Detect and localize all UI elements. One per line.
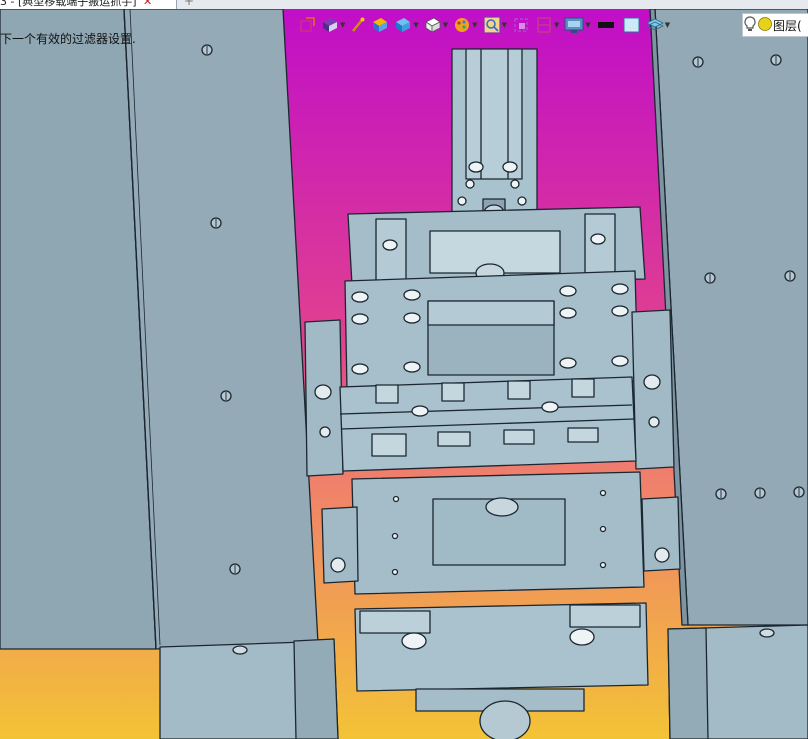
shaded-box-icon (371, 16, 389, 34)
chevron-down-icon: ▼ (413, 21, 419, 29)
line-color-icon (596, 16, 618, 34)
lightbulb-icon (743, 15, 757, 35)
shaded-button[interactable] (371, 14, 389, 36)
view-toolbar: ▼ ▼ ▼ ▼ ▼ ▼ ▼ ▼ (298, 14, 675, 36)
zoom-icon (482, 16, 501, 34)
background-color-icon (623, 16, 641, 34)
wand-icon (350, 16, 366, 34)
layer-stack-button[interactable]: ▼ (645, 14, 671, 36)
close-tab-icon[interactable]: ✕ (143, 0, 152, 8)
view-orient-button[interactable] (298, 14, 316, 36)
chevron-down-icon: ▼ (442, 21, 449, 29)
left-plate-inner (123, 9, 319, 650)
model-view[interactable] (0, 9, 808, 739)
layer-selector[interactable]: 图层( (742, 13, 808, 37)
cube-view-button[interactable]: ▼ (394, 14, 419, 36)
chevron-down-icon: ▼ (553, 21, 560, 29)
layer-icon (645, 16, 664, 34)
chevron-down-icon: ▼ (664, 21, 671, 29)
wand-button[interactable] (350, 14, 366, 36)
view-cube-icon (298, 16, 316, 34)
clipping-button[interactable]: ▼ (535, 14, 559, 36)
render-mode-icon (321, 16, 339, 34)
zoom-button[interactable]: ▼ (482, 14, 507, 36)
line-color-button[interactable] (596, 14, 618, 36)
render-mode-button[interactable]: ▼ (321, 14, 345, 36)
blue-cube-icon (394, 16, 412, 34)
3d-viewport[interactable]: 下一个有效的过滤器设置. ▼ ▼ ▼ ▼ ▼ ▼ ▼ ▼ 图层( (0, 9, 808, 739)
document-tab-strip: 3 - [典型移载端子搬运抓手] ✕ + (0, 0, 808, 9)
layer-color-icon (757, 16, 773, 35)
chevron-down-icon: ▼ (472, 21, 478, 29)
section-icon (512, 16, 530, 34)
chevron-down-icon: ▼ (501, 21, 507, 29)
white-cube-icon (424, 16, 442, 34)
display-settings-button[interactable]: ▼ (564, 14, 591, 36)
chevron-down-icon: ▼ (585, 21, 591, 29)
clipping-icon (535, 16, 553, 34)
wireframe-button[interactable]: ▼ (424, 14, 448, 36)
lighting-button[interactable]: ▼ (453, 14, 478, 36)
status-message: 下一个有效的过滤器设置. (0, 32, 136, 46)
scene-lighting-icon (453, 16, 471, 34)
document-tab-title: 3 - [典型移载端子搬运抓手] (0, 0, 137, 8)
document-tab[interactable]: 3 - [典型移载端子搬运抓手] ✕ (0, 0, 177, 9)
background-color-button[interactable] (623, 14, 641, 36)
chevron-down-icon: ▼ (340, 21, 346, 29)
new-tab-button[interactable]: + (184, 0, 194, 8)
layer-label: 图层( (773, 18, 802, 33)
display-settings-icon (564, 16, 584, 34)
section-button[interactable] (512, 14, 530, 36)
